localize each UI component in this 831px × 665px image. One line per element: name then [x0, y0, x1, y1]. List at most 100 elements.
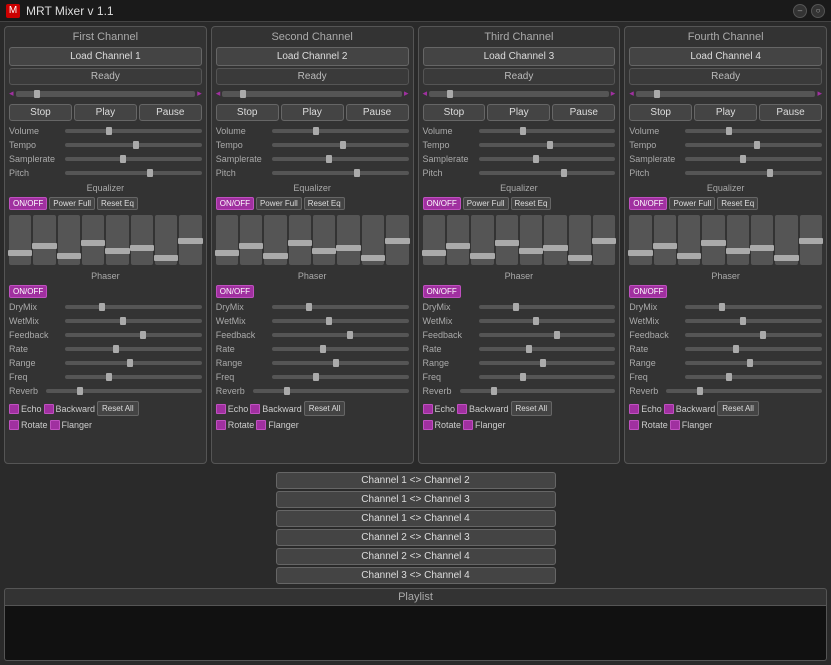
- param-slider-volume[interactable]: [685, 129, 822, 133]
- backward-checkbox[interactable]: [664, 404, 674, 414]
- param-slider-samplerate[interactable]: [65, 157, 202, 161]
- eq-reset-button[interactable]: Reset Eq: [97, 197, 138, 210]
- rotate-checkbox[interactable]: [216, 420, 226, 430]
- eq-band-7[interactable]: [179, 215, 201, 265]
- eq-band-2[interactable]: [678, 215, 700, 265]
- phaser-param-slider-freq[interactable]: [65, 375, 202, 379]
- flanger-checkbox[interactable]: [50, 420, 60, 430]
- eq-band-0[interactable]: [9, 215, 31, 265]
- echo-checkbox[interactable]: [629, 404, 639, 414]
- channel-1-stop-button[interactable]: Stop: [9, 104, 72, 121]
- seek-track[interactable]: [636, 91, 816, 97]
- eq-band-4[interactable]: [520, 215, 542, 265]
- eq-band-0[interactable]: [629, 215, 651, 265]
- phaser-param-slider-freq[interactable]: [272, 375, 409, 379]
- channel-link-2[interactable]: Channel 1 <> Channel 4: [276, 510, 556, 527]
- channel-link-3[interactable]: Channel 2 <> Channel 3: [276, 529, 556, 546]
- eq-band-6[interactable]: [362, 215, 384, 265]
- eq-band-7[interactable]: [593, 215, 615, 265]
- playlist-area[interactable]: [4, 606, 827, 661]
- phaser-param-slider-wetmix[interactable]: [479, 319, 616, 323]
- param-slider-samplerate[interactable]: [479, 157, 616, 161]
- flanger-checkbox[interactable]: [670, 420, 680, 430]
- reverb-slider[interactable]: [460, 389, 616, 393]
- channel-link-5[interactable]: Channel 3 <> Channel 4: [276, 567, 556, 584]
- channel-2-pause-button[interactable]: Pause: [346, 104, 409, 121]
- phaser-onoff-button[interactable]: ON/OFF: [423, 285, 461, 298]
- param-slider-samplerate[interactable]: [685, 157, 822, 161]
- channel-2-load-button[interactable]: Load Channel 2: [216, 47, 409, 66]
- eq-power-button[interactable]: Power Full: [463, 197, 509, 210]
- backward-checkbox[interactable]: [457, 404, 467, 414]
- channel-1-load-button[interactable]: Load Channel 1: [9, 47, 202, 66]
- seek-right-arrow[interactable]: ▸: [404, 88, 409, 99]
- eq-band-3[interactable]: [289, 215, 311, 265]
- seek-left-arrow[interactable]: ◂: [9, 88, 14, 99]
- param-slider-tempo[interactable]: [65, 143, 202, 147]
- echo-checkbox[interactable]: [423, 404, 433, 414]
- eq-band-5[interactable]: [751, 215, 773, 265]
- rotate-checkbox[interactable]: [9, 420, 19, 430]
- channel-3-pause-button[interactable]: Pause: [552, 104, 615, 121]
- phaser-param-slider-rate[interactable]: [685, 347, 822, 351]
- phaser-param-slider-rate[interactable]: [479, 347, 616, 351]
- seek-left-arrow[interactable]: ◂: [423, 88, 428, 99]
- phaser-onoff-button[interactable]: ON/OFF: [216, 285, 254, 298]
- eq-band-1[interactable]: [240, 215, 262, 265]
- channel-link-1[interactable]: Channel 1 <> Channel 3: [276, 491, 556, 508]
- flanger-checkbox[interactable]: [256, 420, 266, 430]
- channel-4-stop-button[interactable]: Stop: [629, 104, 692, 121]
- minimize-button[interactable]: –: [793, 4, 807, 18]
- eq-band-5[interactable]: [131, 215, 153, 265]
- param-slider-volume[interactable]: [479, 129, 616, 133]
- param-slider-volume[interactable]: [272, 129, 409, 133]
- channel-link-4[interactable]: Channel 2 <> Channel 4: [276, 548, 556, 565]
- eq-band-4[interactable]: [106, 215, 128, 265]
- rotate-checkbox[interactable]: [629, 420, 639, 430]
- param-slider-tempo[interactable]: [272, 143, 409, 147]
- reset-all-button[interactable]: Reset All: [304, 401, 346, 416]
- eq-reset-button[interactable]: Reset Eq: [304, 197, 345, 210]
- eq-power-button[interactable]: Power Full: [669, 197, 715, 210]
- seek-right-arrow[interactable]: ▸: [611, 88, 616, 99]
- phaser-param-slider-range[interactable]: [685, 361, 822, 365]
- phaser-param-slider-drymix[interactable]: [272, 305, 409, 309]
- eq-band-7[interactable]: [386, 215, 408, 265]
- channel-3-play-button[interactable]: Play: [487, 104, 550, 121]
- eq-band-3[interactable]: [496, 215, 518, 265]
- echo-checkbox[interactable]: [9, 404, 19, 414]
- eq-band-5[interactable]: [337, 215, 359, 265]
- eq-band-1[interactable]: [33, 215, 55, 265]
- phaser-onoff-button[interactable]: ON/OFF: [9, 285, 47, 298]
- phaser-param-slider-rate[interactable]: [272, 347, 409, 351]
- phaser-param-slider-feedback[interactable]: [479, 333, 616, 337]
- param-slider-samplerate[interactable]: [272, 157, 409, 161]
- flanger-checkbox[interactable]: [463, 420, 473, 430]
- eq-onoff-button[interactable]: ON/OFF: [629, 197, 667, 210]
- eq-band-4[interactable]: [313, 215, 335, 265]
- eq-band-6[interactable]: [569, 215, 591, 265]
- backward-checkbox[interactable]: [250, 404, 260, 414]
- phaser-param-slider-rate[interactable]: [65, 347, 202, 351]
- phaser-param-slider-range[interactable]: [272, 361, 409, 365]
- reverb-slider[interactable]: [253, 389, 409, 393]
- eq-onoff-button[interactable]: ON/OFF: [423, 197, 461, 210]
- param-slider-volume[interactable]: [65, 129, 202, 133]
- channel-4-pause-button[interactable]: Pause: [759, 104, 822, 121]
- channel-1-pause-button[interactable]: Pause: [139, 104, 202, 121]
- eq-band-1[interactable]: [654, 215, 676, 265]
- param-slider-pitch[interactable]: [479, 171, 616, 175]
- seek-right-arrow[interactable]: ▸: [197, 88, 202, 99]
- reset-all-button[interactable]: Reset All: [97, 401, 139, 416]
- eq-band-7[interactable]: [800, 215, 822, 265]
- phaser-param-slider-drymix[interactable]: [685, 305, 822, 309]
- channel-2-play-button[interactable]: Play: [281, 104, 344, 121]
- param-slider-pitch[interactable]: [685, 171, 822, 175]
- eq-band-6[interactable]: [775, 215, 797, 265]
- channel-2-stop-button[interactable]: Stop: [216, 104, 279, 121]
- eq-band-3[interactable]: [702, 215, 724, 265]
- phaser-param-slider-wetmix[interactable]: [65, 319, 202, 323]
- channel-3-load-button[interactable]: Load Channel 3: [423, 47, 616, 66]
- channel-3-stop-button[interactable]: Stop: [423, 104, 486, 121]
- eq-reset-button[interactable]: Reset Eq: [717, 197, 758, 210]
